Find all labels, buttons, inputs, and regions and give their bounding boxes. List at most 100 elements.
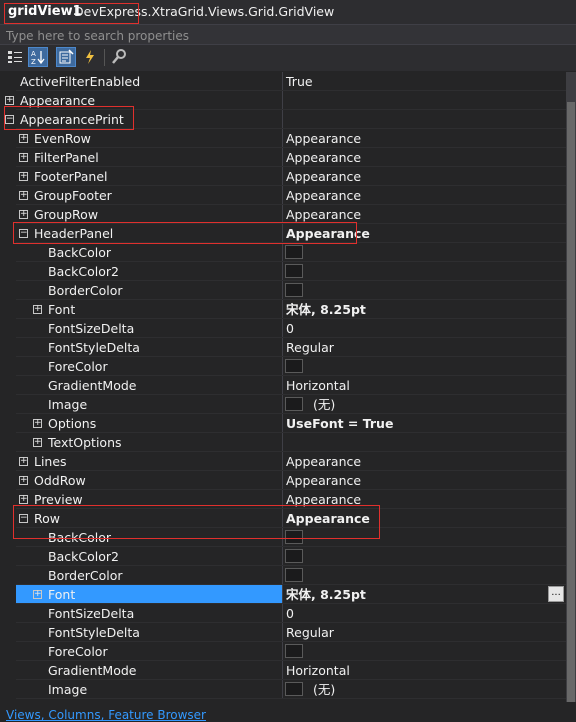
color-swatch[interactable] xyxy=(285,644,303,658)
property-row-bordercolor[interactable]: BorderColor xyxy=(0,281,566,300)
expand-icon[interactable]: + xyxy=(33,438,42,447)
expand-icon[interactable]: + xyxy=(5,96,14,105)
property-value[interactable]: Appearance xyxy=(286,186,361,205)
property-value[interactable]: Horizontal xyxy=(286,376,350,395)
property-value[interactable]: 宋体, 8.25pt xyxy=(286,585,366,604)
column-separator xyxy=(282,167,283,186)
property-row-lines[interactable]: + Lines Appearance xyxy=(0,452,566,471)
property-row-font[interactable]: + Font 宋体, 8.25pt xyxy=(0,300,566,319)
property-row-filterpanel[interactable]: + FilterPanel Appearance xyxy=(0,148,566,167)
property-row-textoptions[interactable]: + TextOptions xyxy=(0,433,566,452)
color-swatch[interactable] xyxy=(285,359,303,373)
property-value[interactable]: Regular xyxy=(286,338,334,357)
property-pages-icon xyxy=(112,49,126,64)
property-value[interactable]: (无) xyxy=(313,680,335,699)
property-value[interactable]: Appearance xyxy=(286,148,361,167)
svg-text:Z: Z xyxy=(31,58,36,65)
property-row-fontstyledelta[interactable]: FontStyleDelta Regular xyxy=(0,338,566,357)
property-name: Font xyxy=(48,587,76,602)
property-search-input[interactable] xyxy=(0,27,566,45)
property-row-image[interactable]: Image (无) xyxy=(0,680,566,699)
property-row-forecolor[interactable]: ForeColor xyxy=(0,357,566,376)
property-value[interactable]: 0 xyxy=(286,604,294,623)
properties-icon xyxy=(59,49,74,64)
properties-button[interactable] xyxy=(56,47,76,67)
vertical-scrollbar[interactable] xyxy=(566,72,576,702)
image-preview[interactable] xyxy=(285,397,303,411)
property-row-evenrow[interactable]: + EvenRow Appearance xyxy=(0,129,566,148)
ellipsis-button[interactable]: ... xyxy=(548,586,564,602)
color-swatch[interactable] xyxy=(285,568,303,582)
property-row-backcolor2[interactable]: BackColor2 xyxy=(0,547,566,566)
color-swatch[interactable] xyxy=(285,264,303,278)
property-name: FooterPanel xyxy=(34,169,108,184)
expand-icon[interactable]: + xyxy=(19,495,28,504)
property-name: Image xyxy=(48,682,88,697)
property-name: BorderColor xyxy=(48,568,123,583)
property-value[interactable]: Regular xyxy=(286,623,334,642)
color-swatch[interactable] xyxy=(285,283,303,297)
property-row-bordercolor[interactable]: BorderColor xyxy=(0,566,566,585)
property-row-fontsizedelta[interactable]: FontSizeDelta 0 xyxy=(0,604,566,623)
property-value[interactable]: Appearance xyxy=(286,452,361,471)
expand-icon[interactable]: + xyxy=(33,590,42,599)
property-value[interactable]: (无) xyxy=(313,395,335,414)
property-row-backcolor[interactable]: BackColor xyxy=(0,243,566,262)
expand-icon[interactable]: + xyxy=(19,153,28,162)
property-row-gradientmode[interactable]: GradientMode Horizontal xyxy=(0,661,566,680)
property-row-groupfooter[interactable]: + GroupFooter Appearance xyxy=(0,186,566,205)
property-row-gradientmode[interactable]: GradientMode Horizontal xyxy=(0,376,566,395)
property-value[interactable]: Horizontal xyxy=(286,661,350,680)
expand-icon[interactable]: + xyxy=(33,419,42,428)
column-separator xyxy=(282,604,283,623)
expand-icon[interactable]: + xyxy=(19,134,28,143)
property-toolbar: AZ xyxy=(0,45,576,71)
property-value[interactable]: UseFont = True xyxy=(286,414,393,433)
property-name: TextOptions xyxy=(48,435,122,450)
column-separator xyxy=(282,376,283,395)
property-pages-button[interactable] xyxy=(109,47,129,67)
property-row-oddrow[interactable]: + OddRow Appearance xyxy=(0,471,566,490)
column-separator xyxy=(282,623,283,642)
property-row-footerpanel[interactable]: + FooterPanel Appearance xyxy=(0,167,566,186)
column-separator xyxy=(282,300,283,319)
designer-verbs-link[interactable]: Views, Columns, Feature Browser xyxy=(6,708,206,722)
scrollbar-thumb[interactable] xyxy=(567,102,575,702)
property-row-font-selected[interactable]: + Font 宋体, 8.25pt ... xyxy=(0,585,566,604)
property-row-backcolor2[interactable]: BackColor2 xyxy=(0,262,566,281)
property-row-image[interactable]: Image (无) xyxy=(0,395,566,414)
column-separator xyxy=(282,585,283,604)
svg-text:A: A xyxy=(31,50,36,58)
toolbar-separator xyxy=(104,49,105,66)
property-row-forecolor[interactable]: ForeColor xyxy=(0,642,566,661)
expand-icon[interactable]: + xyxy=(19,210,28,219)
property-value[interactable]: 宋体, 8.25pt xyxy=(286,300,366,319)
property-row-fontstyledelta[interactable]: FontStyleDelta Regular xyxy=(0,623,566,642)
column-separator xyxy=(282,566,283,585)
property-name: BorderColor xyxy=(48,283,123,298)
property-value[interactable]: 0 xyxy=(286,319,294,338)
property-value[interactable]: True xyxy=(286,72,313,91)
expand-icon[interactable]: + xyxy=(19,476,28,485)
property-value[interactable]: Appearance xyxy=(286,129,361,148)
color-swatch[interactable] xyxy=(285,245,303,259)
property-row-activefilterenabled[interactable]: ActiveFilterEnabled True xyxy=(0,72,566,91)
property-name: GroupFooter xyxy=(34,188,112,203)
events-button[interactable] xyxy=(80,47,100,67)
property-name: Options xyxy=(48,416,97,431)
column-separator xyxy=(282,262,283,281)
property-row-fontsizedelta[interactable]: FontSizeDelta 0 xyxy=(0,319,566,338)
expand-icon[interactable]: + xyxy=(19,457,28,466)
column-separator xyxy=(282,357,283,376)
property-value[interactable]: Appearance xyxy=(286,471,361,490)
alphabetical-sort-button[interactable]: AZ xyxy=(28,47,48,67)
expand-icon[interactable]: + xyxy=(19,191,28,200)
categorized-view-button[interactable] xyxy=(5,47,25,67)
property-value[interactable]: Appearance xyxy=(286,167,361,186)
expand-icon[interactable]: + xyxy=(19,172,28,181)
property-row-options[interactable]: + Options UseFont = True xyxy=(0,414,566,433)
image-preview[interactable] xyxy=(285,682,303,696)
property-name: Font xyxy=(48,302,76,317)
color-swatch[interactable] xyxy=(285,549,303,563)
expand-icon[interactable]: + xyxy=(33,305,42,314)
